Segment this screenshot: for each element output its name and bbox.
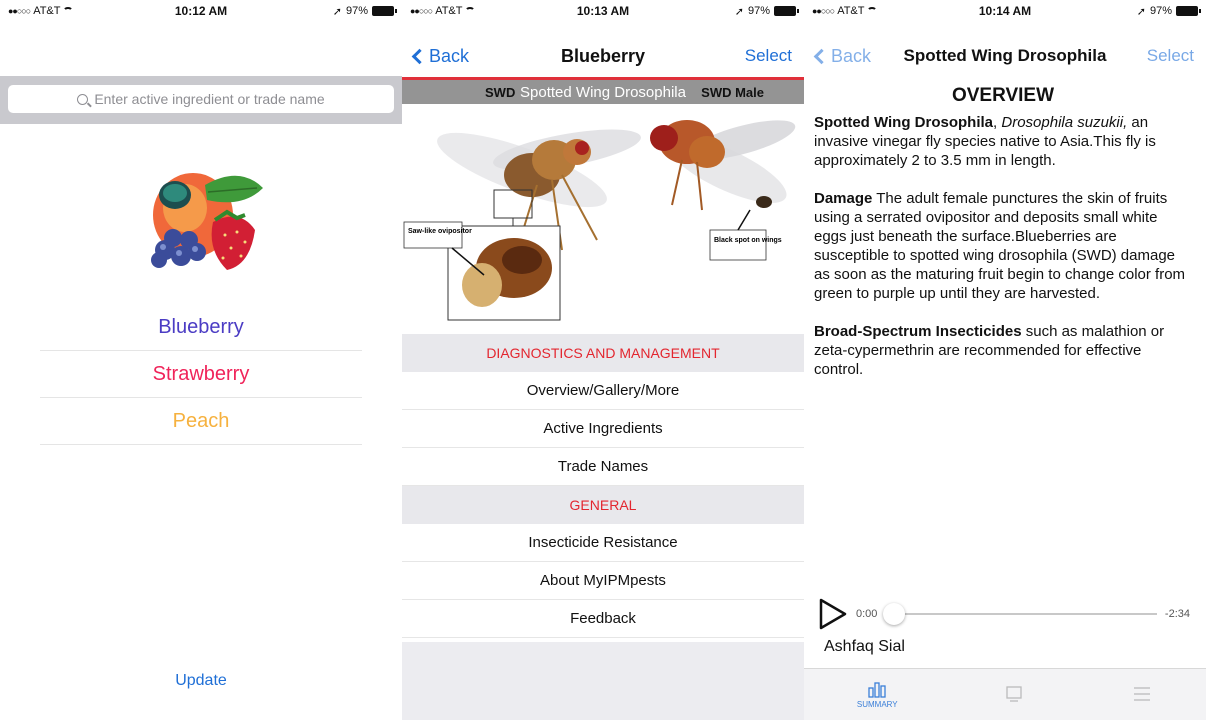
select-button[interactable]: Select [745, 46, 792, 66]
article-heading: OVERVIEW [951, 85, 1055, 106]
gallery-icon [1006, 685, 1023, 702]
audio-player: 0:00 -2:34 [818, 594, 1190, 634]
page-title: Spotted Wing Drosophila [903, 46, 1107, 65]
section-header-general: GENERAL [402, 486, 804, 524]
battery-icon [372, 6, 397, 16]
article-damage: Damage The adult female punctures the sk… [814, 190, 1186, 302]
navigation-bar: Back Blueberry Select [402, 36, 804, 76]
signal-icon: ●●○○○ [410, 6, 433, 16]
menu-item-feedback[interactable]: Feedback [402, 600, 804, 638]
status-bar: ●●○○○ AT&T 10:13 AM ➚ 97% [402, 0, 804, 22]
status-bar: ●●○○○ AT&T 10:12 AM ➚ 97% [0, 0, 402, 22]
location-icon: ➚ [734, 5, 744, 18]
select-button[interactable]: Select [1147, 46, 1194, 66]
menu-item-overview[interactable]: Overview/Gallery/More [402, 372, 804, 410]
back-label: Back [831, 45, 872, 66]
article-insecticides: Broad-Spectrum Insecticides such as mala… [814, 323, 1165, 378]
carrier-label: AT&T [837, 5, 865, 17]
crop-item-blueberry[interactable]: Blueberry [40, 304, 362, 351]
wifi-icon [465, 7, 476, 15]
search-placeholder: Enter active ingredient or trade name [94, 91, 325, 107]
status-bar: ●●○○○ AT&T 10:14 AM ➚ 97% [804, 0, 1206, 22]
back-label: Back [429, 45, 470, 66]
battery-label: 97% [345, 5, 368, 17]
ovipositor-callout: Saw-like ovipositor [408, 228, 472, 235]
tab-summary-label: SUMMARY [856, 700, 898, 709]
navigation-bar: Back Spotted Wing Drosophila Select [804, 36, 1206, 76]
tab-gallery[interactable] [1003, 685, 1025, 705]
battery-label: 97% [1149, 5, 1172, 17]
search-input[interactable]: Enter active ingredient or trade name [8, 85, 394, 113]
crop-menu-screen: ●●○○○ AT&T 10:13 AM ➚ 97% Back Blueberry… [402, 0, 804, 720]
remaining-time: -2:34 [1164, 608, 1190, 620]
back-button[interactable]: Back [812, 46, 871, 67]
pest-hero-image[interactable]: Saw-like ovipositor Black spot on wings … [402, 80, 804, 332]
overview-article: OVERVIEW Spotted Wing Drosophila, Drosop… [814, 86, 1192, 398]
clock: 10:13 AM [576, 4, 630, 18]
menu-item-about[interactable]: About MyIPMpests [402, 562, 804, 600]
fly-illustration: Saw-like ovipositor Black spot on wings [403, 120, 796, 321]
home-screen: ●●○○○ AT&T 10:12 AM ➚ 97% Enter active i… [0, 0, 402, 720]
play-button[interactable] [818, 598, 848, 630]
chart-icon [868, 682, 886, 698]
wifi-icon [63, 7, 74, 15]
crop-menu: DIAGNOSTICS AND MANAGEMENT Overview/Gall… [402, 334, 804, 638]
menu-item-trade-names[interactable]: Trade Names [402, 448, 804, 486]
battery-icon [774, 6, 799, 16]
menu-item-active-ingredients[interactable]: Active Ingredients [402, 410, 804, 448]
spot-callout: Black spot on wings [714, 237, 782, 244]
back-button[interactable]: Back [410, 46, 469, 67]
battery-label: 97% [747, 5, 770, 17]
update-button[interactable]: Update [0, 672, 402, 690]
tab-more[interactable] [1131, 685, 1153, 705]
crop-item-strawberry[interactable]: Strawberry [40, 351, 362, 398]
hero-left-label: SWD [485, 84, 516, 100]
empty-area [402, 642, 804, 720]
battery-icon [1176, 6, 1201, 16]
signal-icon: ●●○○○ [8, 6, 31, 16]
app-logo [151, 173, 263, 270]
pest-name: Spotted Wing Drosophila [814, 114, 994, 131]
chevron-left-icon [813, 48, 830, 64]
menu-item-insecticide-resistance[interactable]: Insecticide Resistance [402, 524, 804, 562]
audio-scrubber[interactable] [883, 603, 1157, 625]
hero-caption: SWD Spotted Wing Drosophila SWD Male [402, 80, 804, 104]
wifi-icon [867, 7, 878, 15]
carrier-label: AT&T [33, 5, 61, 17]
location-icon: ➚ [332, 5, 342, 18]
menu-icon [1134, 686, 1151, 701]
play-icon [819, 598, 847, 630]
crop-item-peach[interactable]: Peach [40, 398, 362, 445]
location-icon: ➚ [1136, 5, 1146, 18]
pest-detail-screen: ●●○○○ AT&T 10:14 AM ➚ 97% Back Spotted W… [804, 0, 1206, 720]
search-bar: Enter active ingredient or trade name [0, 76, 402, 124]
chevron-left-icon [411, 48, 428, 64]
scrubber-knob[interactable] [883, 603, 906, 625]
tab-summary[interactable]: SUMMARY [857, 680, 898, 709]
clock: 10:12 AM [174, 4, 228, 18]
audio-author: Ashfaq Sial [824, 638, 905, 655]
elapsed-time: 0:00 [856, 608, 878, 620]
clock: 10:14 AM [978, 4, 1032, 18]
carrier-label: AT&T [435, 5, 463, 17]
tab-bar: SUMMARY [804, 668, 1206, 720]
scientific-name: Drosophila suzukii, [1001, 114, 1128, 131]
crop-list: Blueberry Strawberry Peach [40, 304, 362, 445]
search-icon [77, 93, 89, 105]
section-header-diagnostics: DIAGNOSTICS AND MANAGEMENT [402, 334, 804, 372]
article-intro: Spotted Wing Drosophila, Drosophila suzu… [814, 114, 1156, 169]
hero-caption-text: Spotted Wing Drosophila [520, 83, 686, 101]
signal-icon: ●●○○○ [812, 6, 835, 16]
hero-right-label: SWD Male [701, 84, 764, 100]
page-title: Blueberry [560, 45, 646, 66]
